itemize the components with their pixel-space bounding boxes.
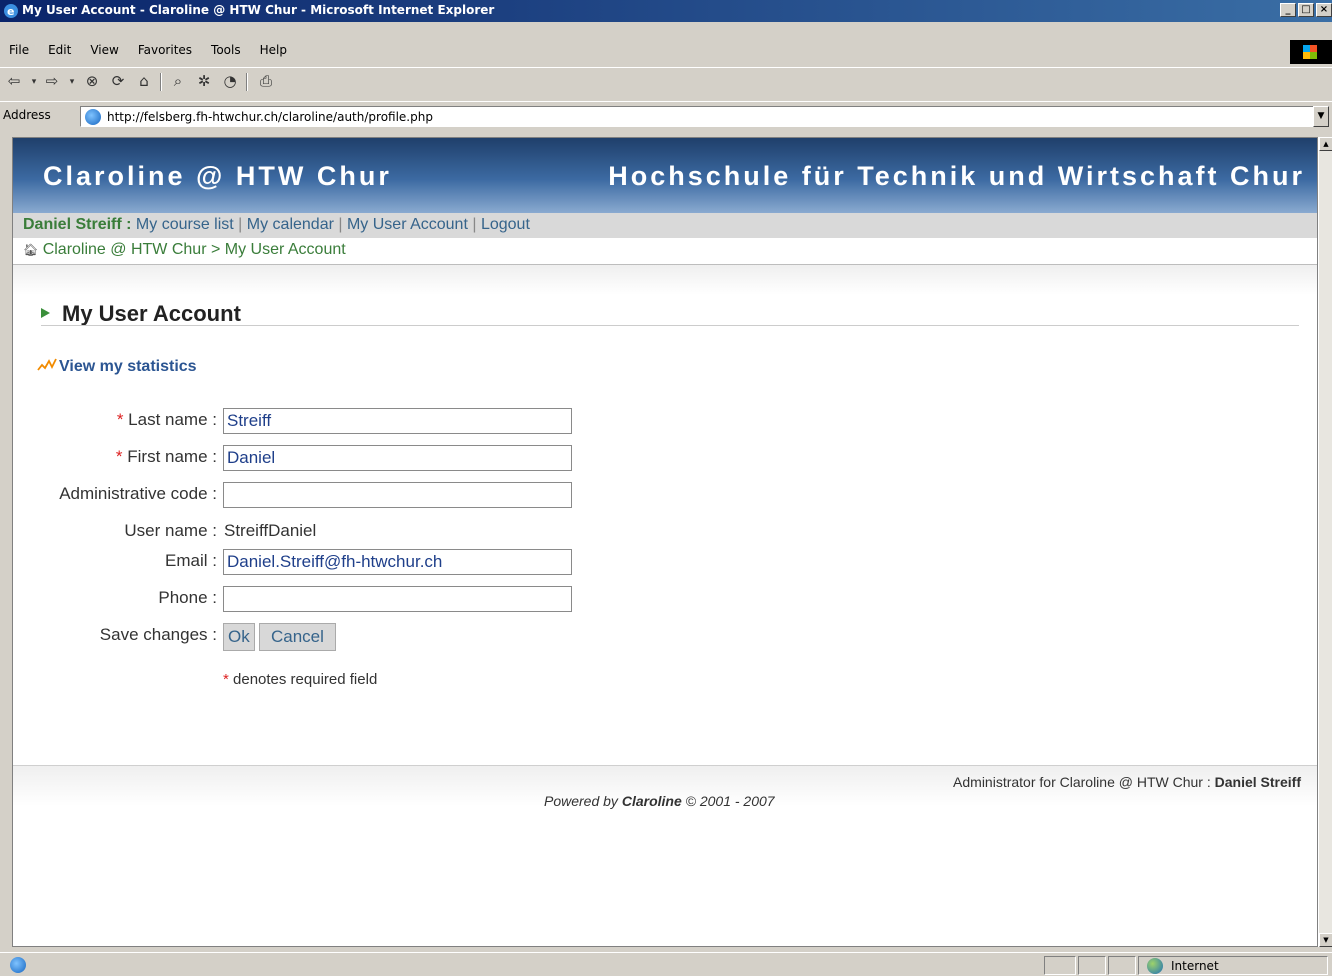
first-name-input[interactable]: [223, 445, 572, 471]
forward-dropdown-icon[interactable]: ▾: [62, 77, 82, 97]
last-name-input[interactable]: [223, 408, 572, 434]
breadcrumb: 🏠︎ Claroline @ HTW Chur > My User Accoun…: [13, 238, 1317, 265]
breadcrumb-home[interactable]: Claroline @ HTW Chur: [43, 241, 207, 258]
address-dropdown-icon[interactable]: ▼: [1313, 106, 1329, 127]
menu-help[interactable]: Help: [251, 40, 297, 62]
menu-bar: File Edit View Favorites Tools Help: [0, 40, 297, 62]
print-icon[interactable]: ⎙: [256, 72, 276, 92]
username-row: User name : StreiffDaniel: [13, 519, 613, 549]
site-name[interactable]: Claroline @ HTW Chur: [43, 161, 392, 192]
close-button[interactable]: ×: [1316, 3, 1332, 17]
user-nav-bar: Daniel Streiff : My course list | My cal…: [13, 213, 1317, 238]
scroll-down-icon[interactable]: ▼: [1319, 933, 1332, 947]
username-label: User name :: [124, 521, 217, 540]
link-my-user-account[interactable]: My User Account: [347, 216, 468, 233]
forward-icon[interactable]: ⇨: [42, 72, 62, 92]
security-zone: Internet: [1138, 956, 1328, 975]
menu-tools[interactable]: Tools: [202, 40, 251, 62]
menu-edit[interactable]: Edit: [39, 40, 81, 62]
search-icon[interactable]: ⌕: [168, 72, 188, 92]
claroline-link[interactable]: Claroline: [622, 793, 682, 809]
title-bar: e My User Account - Claroline @ HTW Chur…: [0, 0, 1332, 22]
refresh-icon[interactable]: ⟳: [108, 72, 128, 92]
email-input[interactable]: [223, 549, 572, 575]
status-panel: [1108, 956, 1136, 975]
address-bar: Address http://felsberg.fh-htwchur.ch/cl…: [0, 101, 1332, 131]
main-content: My User Account View my statistics * Las…: [13, 265, 1317, 765]
address-label: Address: [3, 108, 51, 122]
page-status-icon: [10, 957, 26, 973]
window-title: My User Account - Claroline @ HTW Chur -…: [22, 3, 495, 17]
current-user: Daniel Streiff :: [23, 216, 132, 233]
administrator-name[interactable]: Daniel Streiff: [1215, 774, 1301, 790]
windows-logo-icon: [1290, 40, 1332, 64]
title-arrow-icon: [41, 308, 50, 318]
page-title: My User Account: [41, 301, 241, 327]
favorites-icon[interactable]: ✲: [194, 72, 214, 92]
link-my-course-list[interactable]: My course list: [136, 216, 234, 233]
phone-label: Phone :: [158, 588, 217, 607]
cancel-button[interactable]: Cancel: [259, 623, 336, 651]
ok-button[interactable]: Ok: [223, 623, 255, 651]
address-input[interactable]: http://felsberg.fh-htwchur.ch/claroline/…: [80, 106, 1329, 127]
link-my-calendar[interactable]: My calendar: [247, 216, 334, 233]
required-note: * denotes required field: [223, 671, 378, 688]
menu-file[interactable]: File: [0, 40, 39, 62]
site-banner: Claroline @ HTW Chur Hochschule für Tech…: [13, 138, 1317, 213]
statistics-icon: [37, 358, 57, 371]
email-label: Email :: [165, 551, 217, 570]
back-dropdown-icon[interactable]: ▾: [24, 77, 44, 97]
menu-favorites[interactable]: Favorites: [129, 40, 202, 62]
vertical-scrollbar[interactable]: ▲ ▼: [1318, 137, 1332, 947]
toolbar: ⇦ ▾ ⇨ ▾ ⊗ ⟳ ⌂ ⌕ ✲ ◔ ⎙: [0, 67, 1332, 95]
username-value: StreiffDaniel: [224, 521, 317, 540]
administrator-info: Administrator for Claroline @ HTW Chur :…: [953, 774, 1301, 790]
internet-zone-icon: [1147, 958, 1163, 974]
phone-row: Phone :: [13, 586, 613, 616]
address-url[interactable]: http://felsberg.fh-htwchur.ch/claroline/…: [107, 110, 433, 124]
ie-icon: e: [3, 3, 19, 19]
last-name-label: * Last name :: [116, 410, 217, 429]
breadcrumb-current[interactable]: My User Account: [225, 241, 346, 258]
scroll-up-icon[interactable]: ▲: [1319, 137, 1332, 151]
back-icon[interactable]: ⇦: [4, 72, 24, 92]
institution-name[interactable]: Hochschule für Technik und Wirtschaft Ch…: [608, 161, 1305, 192]
home-icon[interactable]: ⌂: [134, 72, 154, 92]
status-panel: [1044, 956, 1076, 975]
first-name-row: * First name :: [13, 445, 613, 475]
maximize-button[interactable]: □: [1298, 3, 1314, 17]
title-divider: [41, 325, 1299, 326]
email-row: Email :: [13, 549, 613, 579]
home-icon: 🏠︎: [23, 243, 39, 257]
first-name-label: * First name :: [115, 447, 217, 466]
save-changes-label: Save changes :: [99, 625, 217, 644]
admin-code-row: Administrative code :: [13, 482, 613, 512]
minimize-button[interactable]: _: [1280, 3, 1296, 17]
browser-viewport: Claroline @ HTW Chur Hochschule für Tech…: [12, 137, 1318, 947]
history-icon[interactable]: ◔: [220, 72, 240, 92]
status-bar: Internet: [0, 952, 1332, 976]
svg-text:e: e: [7, 5, 14, 18]
admin-code-input[interactable]: [223, 482, 572, 508]
stop-icon[interactable]: ⊗: [82, 72, 102, 92]
admin-code-label: Administrative code :: [59, 484, 217, 503]
phone-input[interactable]: [223, 586, 572, 612]
toolbar-separator: [246, 73, 248, 91]
status-panel: [1078, 956, 1106, 975]
page-icon: [85, 109, 101, 125]
last-name-row: * Last name :: [13, 408, 613, 438]
save-row: Save changes : Ok Cancel: [13, 623, 613, 653]
toolbar-separator: [160, 73, 162, 91]
breadcrumb-separator: >: [210, 241, 221, 258]
menu-view[interactable]: View: [81, 40, 128, 62]
powered-by: Powered by Claroline © 2001 - 2007: [544, 793, 775, 809]
view-statistics-link[interactable]: View my statistics: [37, 358, 197, 376]
link-logout[interactable]: Logout: [481, 216, 530, 233]
footer: Administrator for Claroline @ HTW Chur :…: [13, 765, 1317, 946]
